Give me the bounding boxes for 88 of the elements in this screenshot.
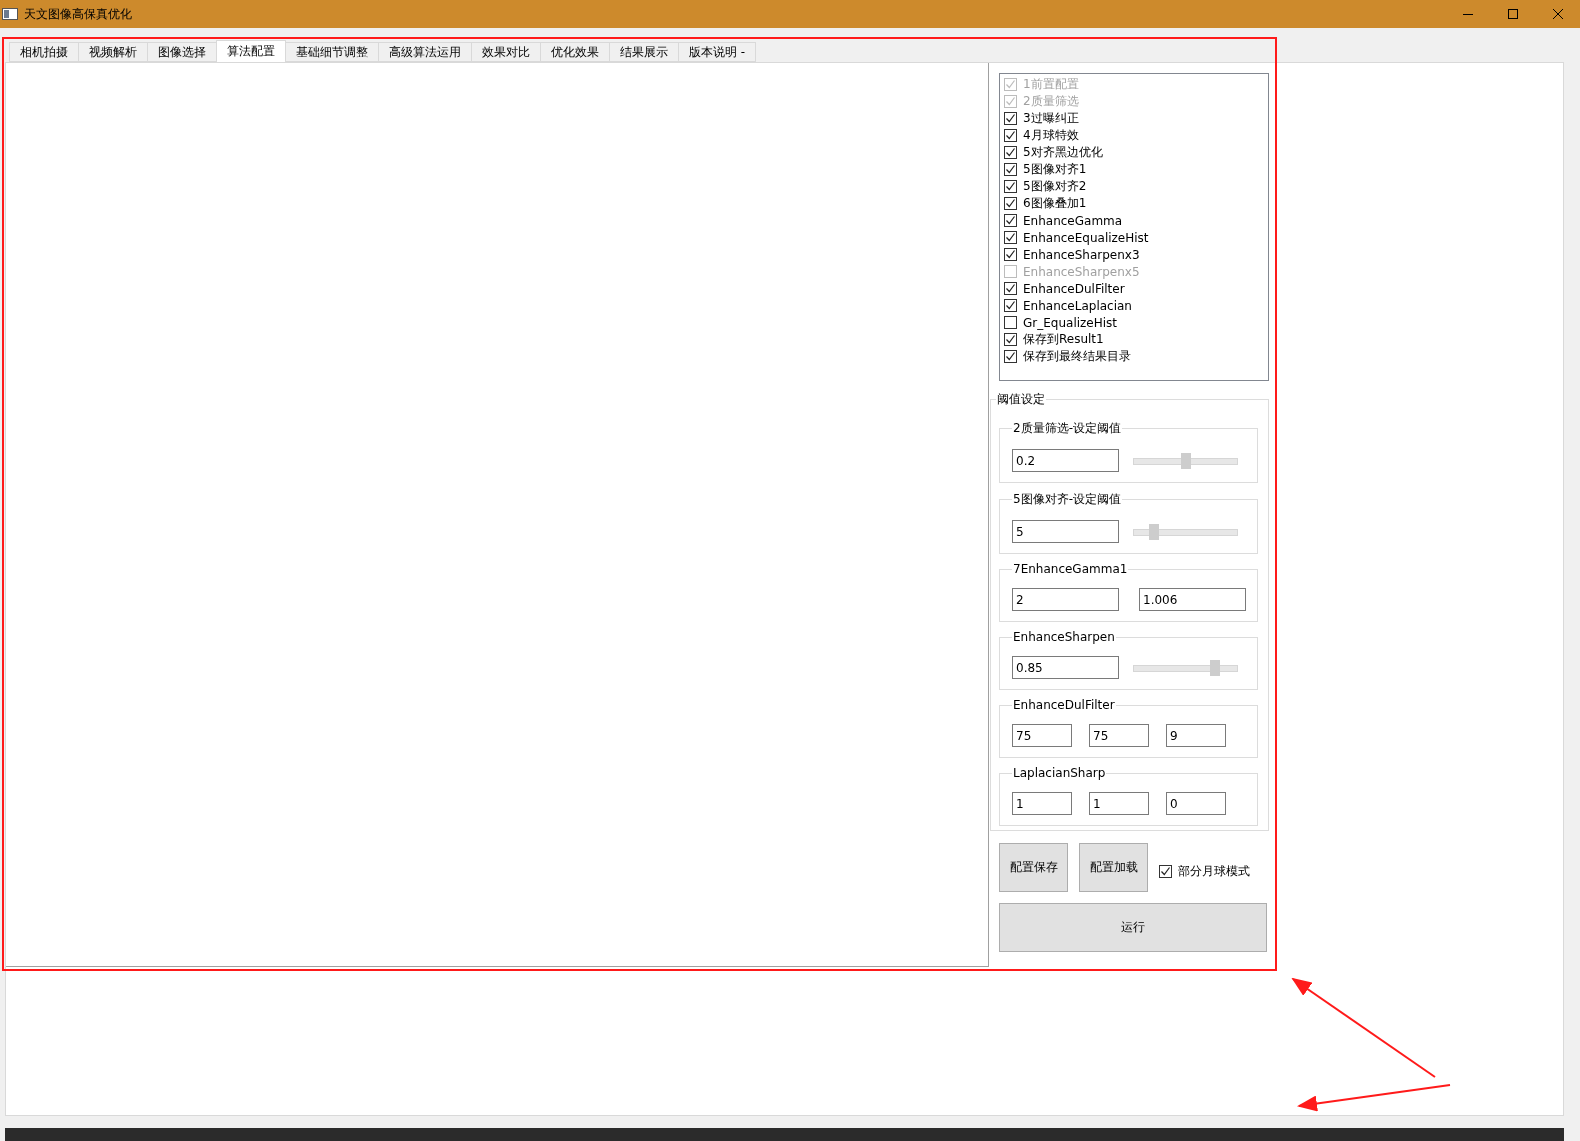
step-label: EnhanceGamma bbox=[1023, 213, 1123, 228]
checkbox[interactable] bbox=[1004, 231, 1017, 244]
step-checkbox[interactable]: 保存到Result1 bbox=[1004, 331, 1268, 348]
input-field[interactable]: 2 bbox=[1012, 588, 1119, 611]
group-title: 阈值设定 bbox=[996, 391, 1046, 408]
checkbox[interactable] bbox=[1004, 180, 1017, 193]
step-label: EnhanceLaplacian bbox=[1023, 298, 1132, 313]
checkbox[interactable] bbox=[1004, 299, 1017, 312]
slider[interactable] bbox=[1133, 452, 1238, 469]
input-field[interactable]: 9 bbox=[1166, 724, 1226, 747]
step-label: 3过曝纠正 bbox=[1023, 110, 1079, 127]
checkbox[interactable] bbox=[1004, 350, 1017, 363]
group-title: 7EnhanceGamma1 bbox=[1012, 562, 1129, 576]
step-checkbox[interactable]: EnhanceEqualizeHist bbox=[1004, 229, 1268, 246]
checkbox[interactable] bbox=[1004, 282, 1017, 295]
step-checkbox[interactable]: EnhanceLaplacian bbox=[1004, 297, 1268, 314]
tab[interactable]: 图像选择 bbox=[147, 42, 217, 62]
checkbox[interactable] bbox=[1004, 248, 1017, 261]
input-field[interactable]: 0 bbox=[1166, 792, 1226, 815]
slider-thumb[interactable] bbox=[1180, 452, 1191, 469]
step-checkbox[interactable]: 保存到最终结果目录 bbox=[1004, 348, 1268, 365]
input-field[interactable]: 1 bbox=[1089, 792, 1149, 815]
step-label: 5图像对齐1 bbox=[1023, 161, 1087, 178]
input-field[interactable]: 75 bbox=[1089, 724, 1149, 747]
step-checkbox[interactable]: EnhanceGamma bbox=[1004, 212, 1268, 229]
input-field[interactable]: 0.85 bbox=[1012, 656, 1119, 679]
step-checkbox[interactable]: 5图像对齐1 bbox=[1004, 161, 1268, 178]
tab[interactable]: 结果展示 bbox=[609, 42, 679, 62]
config-button[interactable]: 配置加载 bbox=[1079, 843, 1148, 892]
step-checkbox[interactable]: Gr_EqualizeHist bbox=[1004, 314, 1268, 331]
checkbox-label: 部分月球模式 bbox=[1178, 863, 1250, 880]
group-title: 5图像对齐-设定阈值 bbox=[1012, 491, 1122, 508]
config-button[interactable]: 配置保存 bbox=[999, 843, 1068, 892]
step-label: EnhanceDulFilter bbox=[1023, 281, 1125, 296]
step-label: 5图像对齐2 bbox=[1023, 178, 1087, 195]
slider[interactable] bbox=[1133, 523, 1238, 540]
input-field[interactable]: 1.006 bbox=[1139, 588, 1246, 611]
step-checkbox[interactable]: 5对齐黑边优化 bbox=[1004, 144, 1268, 161]
checkbox[interactable] bbox=[1004, 333, 1017, 346]
app-icon bbox=[2, 8, 18, 20]
group-title: EnhanceSharpen bbox=[1012, 630, 1116, 644]
tab[interactable]: 基础细节调整 bbox=[285, 42, 379, 62]
slider-thumb[interactable] bbox=[1149, 523, 1160, 540]
step-label: EnhanceSharpenx3 bbox=[1023, 247, 1140, 262]
step-label: EnhanceEqualizeHist bbox=[1023, 230, 1149, 245]
tab[interactable]: 视频解析 bbox=[78, 42, 148, 62]
group-title: LaplacianSharp bbox=[1012, 766, 1107, 780]
step-label: 2质量筛选 bbox=[1023, 93, 1079, 110]
step-label: 保存到最终结果目录 bbox=[1023, 348, 1131, 365]
checkbox[interactable] bbox=[1004, 214, 1017, 227]
step-label: 4月球特效 bbox=[1023, 127, 1079, 144]
input-field[interactable]: 75 bbox=[1012, 724, 1072, 747]
step-checkbox[interactable]: 6图像叠加1 bbox=[1004, 195, 1268, 212]
tab[interactable]: 优化效果 bbox=[540, 42, 610, 62]
step-label: EnhanceSharpenx5 bbox=[1023, 264, 1140, 279]
slider-thumb[interactable] bbox=[1209, 659, 1220, 676]
slider[interactable] bbox=[1133, 659, 1238, 676]
tab[interactable]: 效果对比 bbox=[471, 42, 541, 62]
checkbox[interactable] bbox=[1004, 112, 1017, 125]
group-title: EnhanceDulFilter bbox=[1012, 698, 1116, 712]
step-checkbox[interactable]: 4月球特效 bbox=[1004, 127, 1268, 144]
run-button[interactable]: 运行 bbox=[999, 903, 1267, 952]
checkbox[interactable] bbox=[1004, 146, 1017, 159]
checkbox[interactable] bbox=[1004, 197, 1017, 210]
group-title: 2质量筛选-设定阈值 bbox=[1012, 420, 1122, 437]
tab[interactable]: 高级算法运用 bbox=[378, 42, 472, 62]
step-label: Gr_EqualizeHist bbox=[1023, 315, 1118, 330]
step-label: 6图像叠加1 bbox=[1023, 195, 1087, 212]
tab[interactable]: 算法配置 bbox=[216, 40, 286, 62]
checkbox[interactable] bbox=[1004, 129, 1017, 142]
checkbox[interactable] bbox=[1004, 163, 1017, 176]
step-checkbox[interactable]: 5图像对齐2 bbox=[1004, 178, 1268, 195]
window-title: 天文图像高保真优化 bbox=[24, 5, 133, 23]
input-field[interactable]: 5 bbox=[1012, 520, 1119, 543]
input-field[interactable]: 0.2 bbox=[1012, 449, 1119, 472]
maximize-icon bbox=[1507, 9, 1518, 19]
checkbox[interactable] bbox=[1004, 316, 1017, 329]
tab[interactable]: 版本说明 - bbox=[678, 42, 757, 62]
step-label: 5对齐黑边优化 bbox=[1023, 144, 1103, 161]
input-field[interactable]: 1 bbox=[1012, 792, 1072, 815]
step-checkbox[interactable]: EnhanceSharpenx3 bbox=[1004, 246, 1268, 263]
step-checkbox[interactable]: 3过曝纠正 bbox=[1004, 110, 1268, 127]
step-checkbox[interactable]: EnhanceDulFilter bbox=[1004, 280, 1268, 297]
step-label: 1前置配置 bbox=[1023, 76, 1079, 93]
tab[interactable]: 相机拍摄 bbox=[9, 42, 79, 62]
checkbox[interactable] bbox=[1159, 865, 1172, 878]
step-label: 保存到Result1 bbox=[1023, 331, 1104, 348]
close-icon bbox=[1552, 9, 1563, 19]
